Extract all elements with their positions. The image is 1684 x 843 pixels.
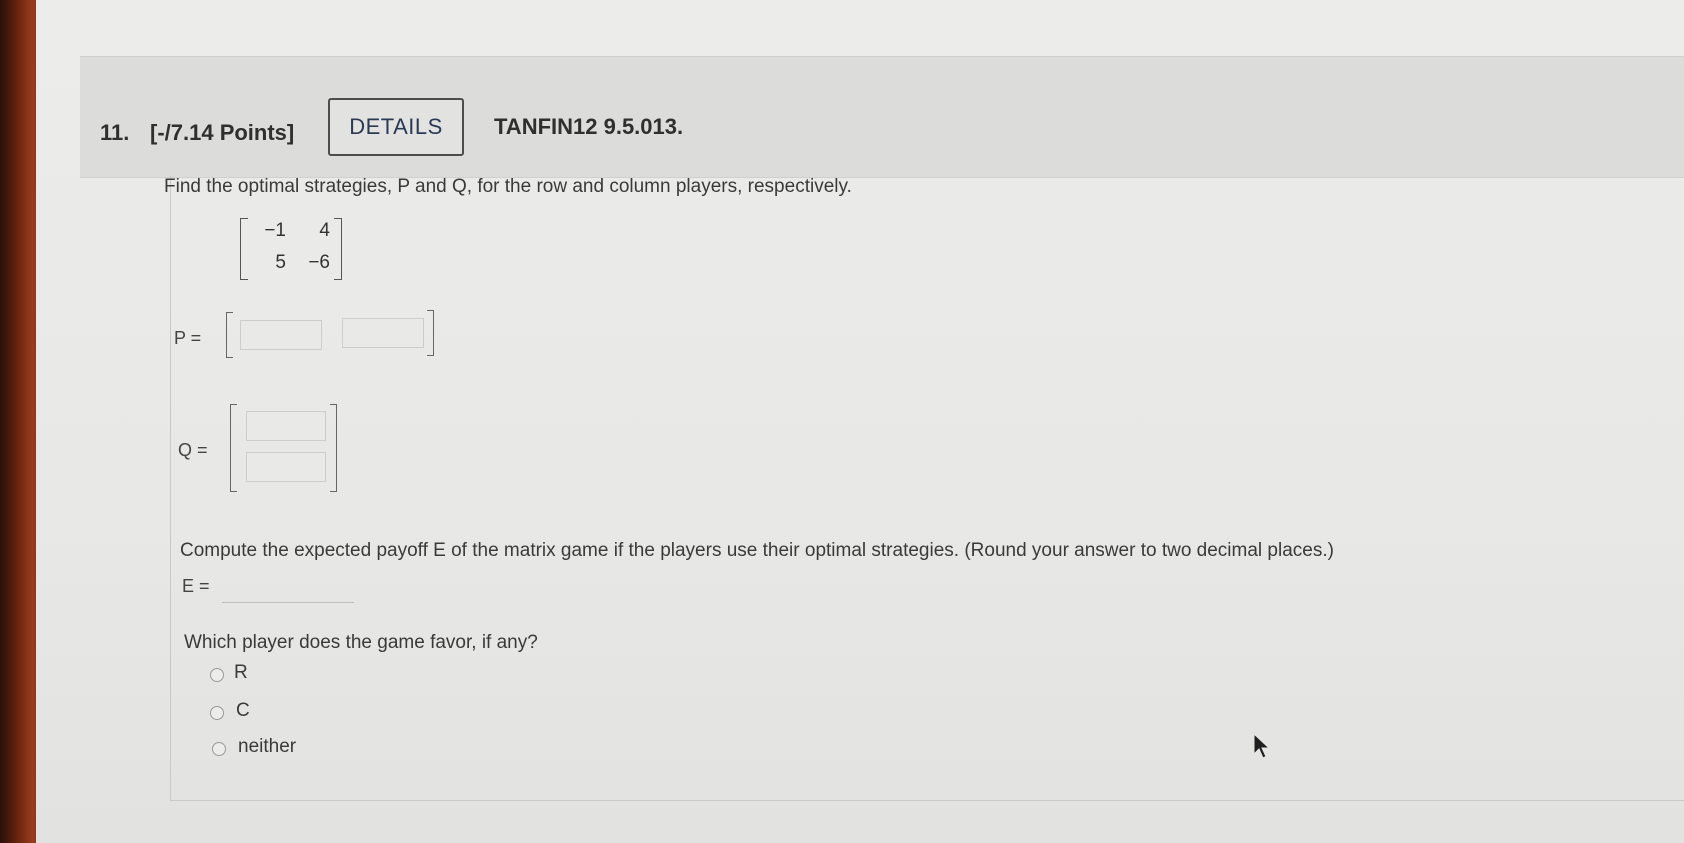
e-label: E = <box>182 576 210 596</box>
payoff-matrix: −1 4 5 −6 <box>240 218 342 282</box>
e-input[interactable] <box>222 574 354 603</box>
p-input-1[interactable] <box>240 320 322 350</box>
p-input-2[interactable] <box>342 318 424 348</box>
q-input-2[interactable] <box>246 452 326 482</box>
favor-question-text: Which player does the game favor, if any… <box>184 632 538 653</box>
q-input-1[interactable] <box>246 411 326 441</box>
option-label-r: R <box>234 662 248 683</box>
question-body <box>170 176 1684 801</box>
question-points: [-/7.14 Points] <box>150 120 295 145</box>
option-label-neither: neither <box>238 736 297 757</box>
radio-r[interactable] <box>210 668 224 682</box>
radio-c[interactable] <box>210 706 224 720</box>
mouse-cursor-icon <box>1253 732 1271 759</box>
radio-neither[interactable] <box>212 742 226 756</box>
matrix-cell: 5 <box>275 252 286 273</box>
q-right-bracket <box>330 404 337 492</box>
question-header <box>80 56 1684 178</box>
option-label-c: C <box>236 700 250 721</box>
p-left-bracket <box>226 312 233 358</box>
matrix-cell: −1 <box>264 220 286 241</box>
details-button[interactable]: DETAILS <box>328 98 464 156</box>
p-right-bracket <box>427 310 434 356</box>
q-label: Q = <box>178 440 208 460</box>
compute-text: Compute the expected payoff E of the mat… <box>180 540 1334 561</box>
matrix-cell: −6 <box>308 252 330 273</box>
previous-question-area <box>98 0 1684 57</box>
matrix-cell: 4 <box>319 220 330 241</box>
instructions-text: Find the optimal strategies, P and Q, fo… <box>164 176 852 197</box>
matrix-left-bracket <box>240 218 248 280</box>
p-label: P = <box>174 328 202 348</box>
q-left-bracket <box>230 404 237 492</box>
question-number: 11. <box>100 120 130 145</box>
question-code: TANFIN12 9.5.013. <box>494 114 684 139</box>
matrix-right-bracket <box>334 218 342 280</box>
